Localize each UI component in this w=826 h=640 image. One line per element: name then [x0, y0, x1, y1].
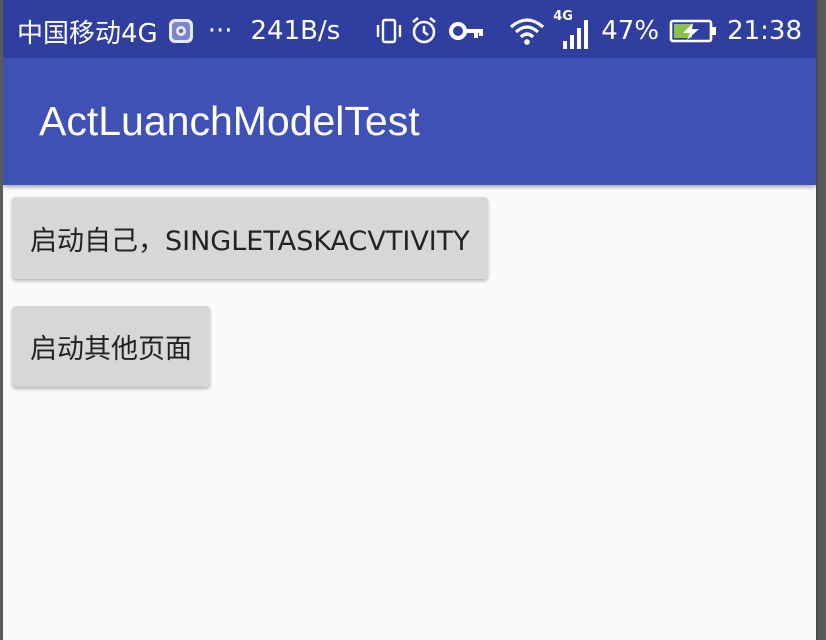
battery-percent-label: 47% — [601, 16, 660, 46]
start-self-singletask-button[interactable]: 启动自己，SINGLETASKACVTIVITY — [12, 197, 488, 279]
window-right-border — [816, 0, 818, 640]
battery-charging-icon — [669, 18, 717, 44]
status-bar-right: 4G 47% 21:38 — [375, 0, 802, 62]
status-bar: 中国移动4G ··· 241B/s 4G 47% 21:38 — [3, 0, 816, 58]
key-icon — [449, 20, 485, 42]
clock-label: 21:38 — [727, 16, 802, 46]
carrier-label: 中国移动4G — [17, 18, 158, 49]
vibrate-icon — [375, 17, 403, 45]
start-other-page-button[interactable]: 启动其他页面 — [12, 306, 210, 387]
app-title: ActLuanchModelTest — [39, 98, 420, 144]
phone-screen: 中国移动4G ··· 241B/s 4G 47% 21:38 ActLuanch… — [3, 0, 816, 640]
alarm-icon — [409, 16, 439, 46]
signal-icon: 4G — [553, 9, 595, 51]
network-type-label: 4G — [553, 9, 573, 24]
wifi-icon — [509, 17, 545, 45]
app-toolbar: ActLuanchModelTest — [3, 58, 816, 185]
more-notifications-icon: ··· — [207, 16, 233, 46]
status-bar-left: 中国移动4G ··· 241B/s — [17, 0, 340, 62]
shield-app-icon — [168, 18, 194, 44]
net-speed-label: 241B/s — [250, 16, 341, 46]
